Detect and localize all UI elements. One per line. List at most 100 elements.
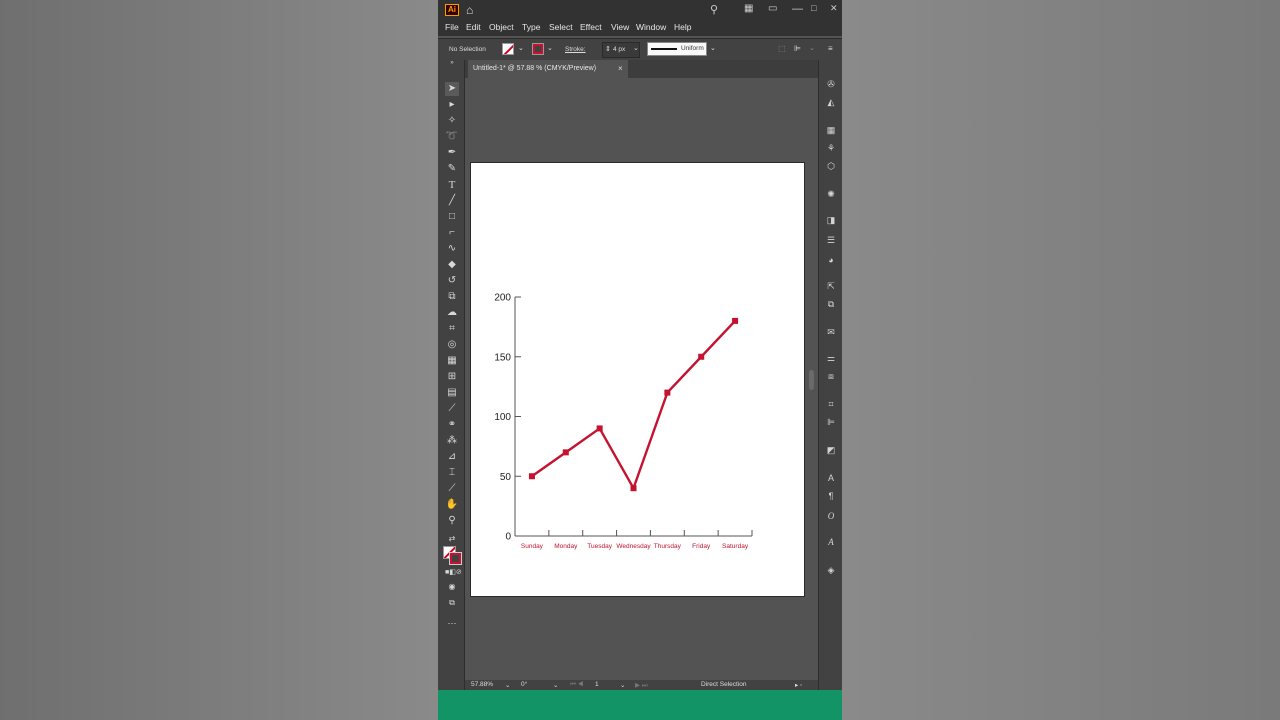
fill-stroke-swatches[interactable]	[443, 546, 462, 565]
screen-mode-icon[interactable]: ⧉	[445, 596, 459, 610]
chevron-down-icon[interactable]: ⌄	[620, 681, 625, 689]
more-tools-icon[interactable]: ⋯	[445, 616, 459, 630]
menu-type[interactable]: Type	[522, 22, 540, 32]
slice-tool-icon[interactable]: ⟋	[445, 482, 459, 496]
stroke-swatch-large[interactable]	[449, 552, 462, 565]
artboard[interactable]: 0 50 100 150 200 Sunday Monday Tuesday Wednesday…	[470, 162, 805, 597]
libraries-icon[interactable]: ◭	[825, 96, 837, 108]
properties-icon[interactable]: ✇	[825, 78, 837, 90]
line-tool-icon[interactable]: ╱	[445, 194, 459, 208]
paragraph-icon[interactable]: ¶	[825, 490, 837, 502]
close-icon[interactable]: ×	[618, 64, 623, 73]
home-icon[interactable]: ⌂	[466, 3, 473, 17]
eraser-icon[interactable]: ◆	[445, 258, 459, 272]
menu-help[interactable]: Help	[674, 22, 691, 32]
transparency-icon[interactable]: ◕	[825, 254, 837, 266]
zoom-level[interactable]: 57.88%	[471, 681, 493, 688]
stroke-label[interactable]: Stroke:	[565, 46, 586, 53]
rotation-value[interactable]: 0°	[521, 681, 527, 688]
eyedropper-icon[interactable]: ⟋	[445, 402, 459, 416]
warp-tool-icon[interactable]: ☁	[445, 306, 459, 320]
links-icon[interactable]: ⧉	[825, 298, 837, 310]
artboard-number[interactable]: 1	[595, 681, 599, 688]
shaper-tool-icon[interactable]: ∿	[445, 242, 459, 256]
menu-effect[interactable]: Effect	[580, 22, 602, 32]
vertical-scrollbar[interactable]	[808, 80, 816, 680]
chevron-down-icon[interactable]: ⌄	[633, 44, 639, 52]
align-panel-icon[interactable]: ⊫	[825, 416, 837, 428]
chevron-down-icon[interactable]: ⌄	[809, 44, 815, 52]
properties-sliders-icon[interactable]: ⚌	[825, 352, 837, 364]
status-menu-icon[interactable]: ▸ ◦	[795, 681, 802, 689]
comments-icon[interactable]: ✉	[825, 326, 837, 338]
collapse-icon[interactable]: »	[445, 60, 459, 66]
blend-tool-icon[interactable]: ⚭	[445, 418, 459, 432]
menu-file[interactable]: File	[445, 22, 459, 32]
shape-builder-icon[interactable]: ◎	[445, 338, 459, 352]
3d-icon[interactable]: ⬡	[825, 160, 837, 172]
menu-select[interactable]: Select	[549, 22, 573, 32]
layers-icon[interactable]: ◈	[825, 564, 837, 576]
hand-tool-icon[interactable]: ✋	[445, 498, 459, 512]
stroke-panel-icon[interactable]: ☰	[825, 234, 837, 246]
chevron-down-icon[interactable]: ⌄	[553, 681, 558, 689]
symbol-sprayer-icon[interactable]: ⁂	[445, 434, 459, 448]
menu-edit[interactable]: Edit	[466, 22, 481, 32]
gradient-tool-icon[interactable]: ▤	[445, 386, 459, 400]
chevron-down-icon[interactable]: ⌄	[710, 44, 716, 52]
rotate-tool-icon[interactable]: ↺	[445, 274, 459, 288]
tab-document[interactable]: Untitled-1* @ 57.88 % (CMYK/Preview) ×	[468, 60, 628, 78]
arrange-documents-icon[interactable]: ▦	[744, 3, 753, 14]
free-transform-icon[interactable]: ⌗	[445, 322, 459, 336]
paintbrush-icon[interactable]: ⌐	[445, 226, 459, 240]
search-icon[interactable]: ⚲	[710, 3, 718, 16]
minimize-button[interactable]: —	[792, 3, 803, 15]
type-tool-icon[interactable]: T	[445, 178, 459, 192]
gradient-panel-icon[interactable]: ◨	[825, 214, 837, 226]
draw-mode-icon[interactable]: ◉	[445, 580, 459, 594]
lasso-icon[interactable]: ➰	[445, 130, 459, 144]
stepper-icon[interactable]: ⇕	[605, 45, 611, 53]
export-icon[interactable]: ⇱	[825, 280, 837, 292]
magic-wand-icon[interactable]: ✧	[445, 114, 459, 128]
brushes-icon[interactable]: ⚘	[825, 142, 837, 154]
transform-panel-icon[interactable]: ⌗	[825, 398, 837, 410]
stroke-weight-field[interactable]: ⇕ 4 px ⌄	[602, 42, 640, 58]
glyphs-icon[interactable]: A	[825, 536, 837, 548]
workspace-icon[interactable]: ▭	[768, 3, 777, 14]
menu-view[interactable]: View	[611, 22, 629, 32]
default-colors-icon[interactable]: ⇄	[445, 532, 459, 546]
pen-tool-icon[interactable]: ✒	[445, 146, 459, 160]
scroll-thumb[interactable]	[809, 370, 814, 390]
curvature-tool-icon[interactable]: ✎	[445, 162, 459, 176]
pathfinder-icon[interactable]: ◩	[825, 444, 837, 456]
direct-selection-tool-icon[interactable]: ▸	[445, 98, 459, 112]
artboards-icon[interactable]: ⧈	[825, 370, 837, 382]
stroke-swatch[interactable]	[532, 43, 544, 55]
variable-width-profile[interactable]: Uniform	[647, 42, 707, 56]
first-artboard-icon[interactable]: ⏮ ◀	[570, 681, 583, 689]
graph-tool-icon[interactable]: ⊿	[445, 450, 459, 464]
opentype-icon[interactable]: O	[825, 510, 837, 522]
appearance-icon[interactable]: ✺	[825, 188, 837, 200]
perspective-grid-icon[interactable]: ▦	[445, 354, 459, 368]
menu-window[interactable]: Window	[636, 22, 666, 32]
mesh-tool-icon[interactable]: ⊞	[445, 370, 459, 384]
artboard-tool-icon[interactable]: ⌶	[445, 466, 459, 480]
selection-tool-icon[interactable]: ➤	[445, 82, 459, 96]
panel-menu-icon[interactable]: ≡	[828, 44, 833, 53]
next-artboard-icon[interactable]: ▶ ⏭	[635, 681, 648, 690]
menu-object[interactable]: Object	[489, 22, 514, 32]
chevron-down-icon[interactable]: ⌄	[547, 44, 553, 52]
color-mode-icons[interactable]: ■◧⊘	[445, 566, 462, 580]
swatches-icon[interactable]: ▦	[825, 124, 837, 136]
align-icon[interactable]: ⊫	[794, 44, 801, 53]
fill-swatch[interactable]	[502, 43, 514, 55]
chevron-down-icon[interactable]: ⌄	[505, 681, 510, 689]
rectangle-tool-icon[interactable]: □	[445, 210, 459, 224]
zoom-tool-icon[interactable]: ⚲	[445, 514, 459, 528]
character-icon[interactable]: A	[825, 472, 837, 484]
scale-tool-icon[interactable]: ⧉	[445, 290, 459, 304]
chevron-down-icon[interactable]: ⌄	[518, 44, 524, 52]
transform-icon[interactable]: ⬚	[778, 44, 786, 53]
